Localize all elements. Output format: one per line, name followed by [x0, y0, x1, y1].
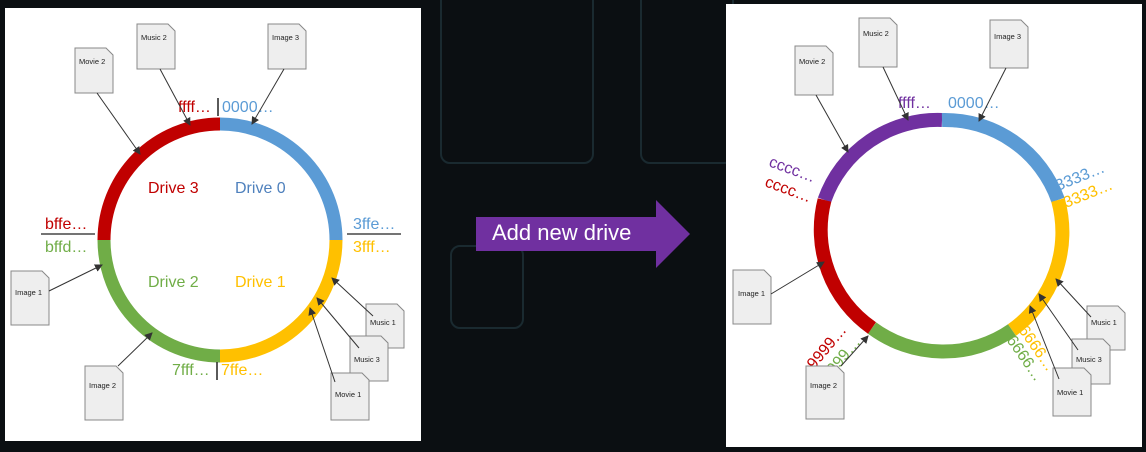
boundary-label: bffe… [45, 216, 87, 233]
file-icon: Movie 1 [1052, 367, 1092, 417]
svg-text:Image 1: Image 1 [738, 289, 765, 298]
file-icon: Image 1 [10, 270, 50, 326]
svg-text:Music 1: Music 1 [1091, 318, 1117, 327]
pointer-arrow [815, 94, 849, 153]
svg-text:Music 1: Music 1 [370, 318, 396, 327]
pointer-arrow [770, 261, 825, 295]
pointer-arrow [48, 264, 103, 292]
svg-text:Music 2: Music 2 [863, 29, 889, 38]
svg-text:Music 3: Music 3 [354, 355, 380, 364]
before-diagram: Drive 3 Drive 0 Drive 2 Drive 1 ffff… 00… [10, 23, 405, 421]
stage: Drive 3 Drive 0 Drive 2 Drive 1 ffff… 00… [0, 0, 1146, 451]
drive1-arc [219, 239, 343, 363]
boundary-label: ffff… [178, 99, 211, 116]
file-icon: Image 1 [732, 269, 772, 325]
pointer-arrow [331, 277, 374, 317]
svg-text:Image 2: Image 2 [89, 381, 116, 390]
file-icon: Movie 2 [74, 47, 114, 94]
file-icon: Image 3 [989, 19, 1029, 69]
background-server-shape [440, 0, 594, 164]
pointer-arrow [96, 92, 141, 155]
boundary-label: 3ffe… [353, 216, 395, 233]
boundary-label: bffd… [45, 239, 87, 256]
pointer-arrow [117, 332, 153, 367]
after-diagram: ffff… 0000… 3333… 3333… cccc… cccc… 9999… [732, 17, 1126, 420]
boundary-label: 7fff… [172, 362, 210, 379]
svg-text:Image 2: Image 2 [810, 381, 837, 390]
pointer-arrow [316, 297, 360, 349]
boundary-label: 7ffe… [221, 362, 263, 379]
drive3-label: Drive 3 [148, 180, 199, 197]
drive3-arc [813, 198, 877, 334]
drive1-label: Drive 1 [235, 274, 286, 291]
background-server-shape [640, 0, 734, 164]
pointer-arrow [882, 66, 909, 121]
svg-text:Image 1: Image 1 [15, 288, 42, 297]
file-icon: Image 2 [805, 365, 845, 420]
file-icon: Movie 1 [330, 372, 370, 421]
svg-text:Music 3: Music 3 [1076, 355, 1102, 364]
before-panel: Drive 3 Drive 0 Drive 2 Drive 1 ffff… 00… [5, 8, 421, 441]
file-icon: Image 2 [84, 365, 124, 421]
drive2-label: Drive 2 [148, 274, 199, 291]
pointer-arrow [308, 307, 336, 383]
file-icon: Music 2 [858, 17, 898, 68]
svg-text:Movie 2: Movie 2 [799, 57, 825, 66]
drive4-arc [817, 112, 943, 203]
svg-text:Music 2: Music 2 [141, 33, 167, 42]
drive1-arc [1007, 198, 1070, 336]
boundary-label: 0000… [948, 95, 1000, 112]
drive2-arc [867, 322, 1016, 359]
svg-text:Movie 2: Movie 2 [79, 57, 105, 66]
file-icon: Movie 2 [794, 45, 834, 96]
drive0-label: Drive 0 [235, 180, 286, 197]
svg-text:Image 3: Image 3 [272, 33, 299, 42]
file-icon: Image 3 [267, 23, 307, 70]
svg-text:Movie 1: Movie 1 [335, 390, 361, 399]
boundary-label: 3fff… [353, 239, 391, 256]
add-drive-label: Add new drive [492, 220, 632, 245]
drive0-arc [941, 112, 1065, 203]
pointer-arrow [1055, 278, 1092, 318]
file-icon: Music 2 [136, 23, 176, 70]
after-panel: ffff… 0000… 3333… 3333… cccc… cccc… 9999… [726, 4, 1142, 447]
drive2-arc [97, 239, 221, 363]
pointer-arrow [1038, 293, 1079, 351]
pointer-arrow [159, 68, 191, 126]
svg-text:Movie 1: Movie 1 [1057, 388, 1083, 397]
boundary-label: 0000… [222, 99, 274, 116]
svg-text:Image 3: Image 3 [994, 32, 1021, 41]
